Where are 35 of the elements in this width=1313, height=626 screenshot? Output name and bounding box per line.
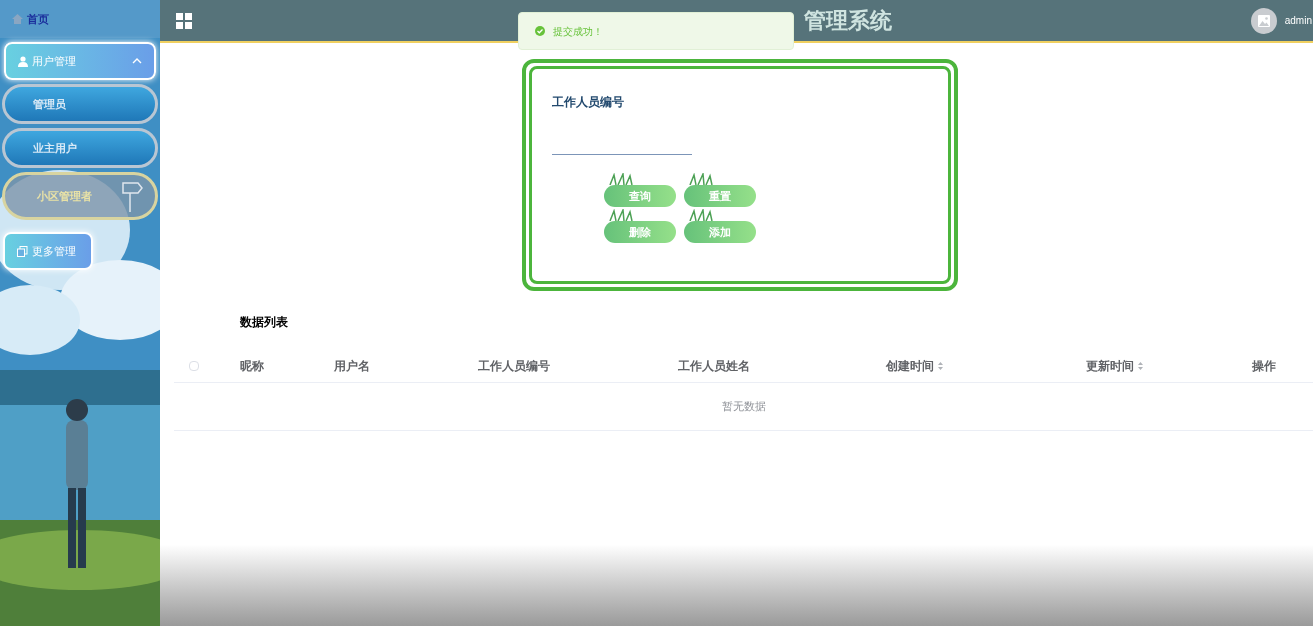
success-icon [535, 26, 545, 36]
home-link[interactable]: 首页 [0, 0, 160, 38]
image-icon [1257, 14, 1270, 27]
copy-icon [17, 245, 28, 257]
grid-menu-icon[interactable] [176, 12, 192, 29]
chevron-up-icon [132, 58, 142, 64]
action-button[interactable]: 删除 [604, 221, 676, 244]
column-header: 工作人员姓名 [678, 357, 750, 375]
column-header: 更新时间 [1085, 357, 1134, 375]
empty-text: 暂无数据 [722, 399, 766, 415]
action-button[interactable]: 添加 [684, 221, 756, 244]
checkbox[interactable] [189, 360, 199, 371]
action-button[interactable]: 查询 [604, 185, 676, 208]
home-icon [12, 14, 23, 24]
user-name: admin [1284, 14, 1312, 28]
sort-icon[interactable] [937, 361, 943, 370]
column-header: 操作 [1252, 357, 1276, 375]
field-label: 工作人员编号 [552, 94, 625, 111]
signpost-icon [121, 179, 143, 213]
sort-icon[interactable] [1137, 361, 1143, 370]
column-header: 昵称 [239, 357, 264, 375]
table-title: 数据列表 [240, 314, 289, 331]
menu-item[interactable]: 业主用户 [2, 128, 158, 168]
column-header: 用户名 [333, 357, 370, 375]
menu-item[interactable]: 小区管理者 [2, 172, 158, 220]
menu-item[interactable]: 管理员 [2, 84, 158, 124]
column-header: 工作人员编号 [478, 357, 550, 375]
action-button[interactable]: 重置 [684, 185, 756, 208]
avatar[interactable] [1250, 7, 1277, 34]
menu-group[interactable]: 用户管理 [4, 42, 156, 80]
column-header: 创建时间 [885, 357, 934, 375]
menu-group[interactable]: 更多管理 [3, 232, 93, 270]
toast-message: 提交成功！ [553, 24, 603, 39]
app-title: 管理系统 [804, 7, 892, 35]
user-icon [18, 55, 28, 67]
